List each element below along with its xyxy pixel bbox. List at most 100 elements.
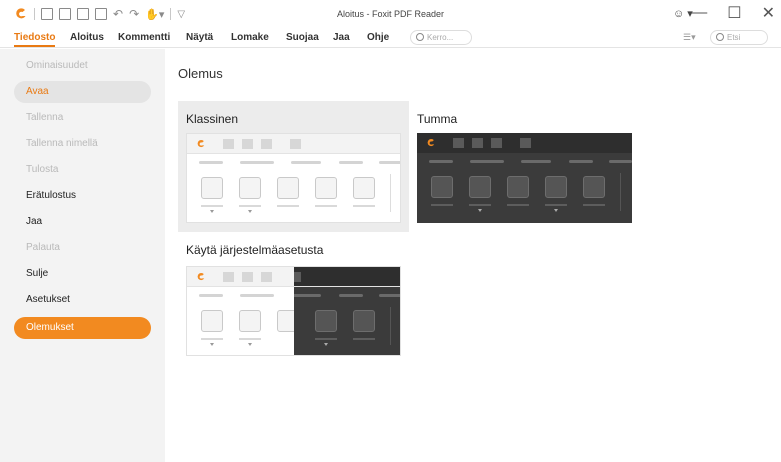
preview-line (277, 205, 299, 207)
sidebar-item-palauta[interactable]: Palauta (14, 237, 151, 259)
preview-button (431, 176, 453, 198)
preview-line (379, 294, 400, 297)
preview-line (569, 160, 593, 163)
preview-toolbar (294, 267, 400, 287)
window-title: Aloitus - Foxit PDF Reader (336, 9, 445, 19)
preview-line (353, 205, 375, 207)
close-button[interactable]: ✕ (762, 3, 775, 23)
preview-line (201, 338, 223, 340)
sidebar-item-sulje[interactable]: Sulje (14, 263, 151, 285)
preview-caret-icon (554, 209, 558, 212)
maximize-button[interactable]: ☐ (727, 3, 741, 23)
file-sidebar: Ominaisuudet Avaa Tallenna Tallenna nime… (0, 49, 165, 462)
preview-button (507, 176, 529, 198)
preview-line (315, 205, 337, 207)
preview-caret-icon (210, 343, 214, 346)
preview-button (201, 310, 223, 332)
sidebar-item-asetukset[interactable]: Asetukset (14, 289, 151, 311)
preview-caret-icon (324, 343, 328, 346)
lightbulb-icon (416, 33, 424, 41)
preview-line (239, 338, 261, 340)
preview-caret-icon (248, 210, 252, 213)
tell-me-input[interactable]: Kerro... (410, 30, 472, 45)
sidebar-item-olemukset[interactable]: Olemukset (14, 317, 151, 339)
sidebar-item-eratulostus[interactable]: Erätulostus (14, 185, 151, 207)
minimize-button[interactable]: — (691, 4, 707, 22)
preview-line (470, 160, 504, 163)
tab-lomake[interactable]: Lomake (231, 32, 269, 43)
tab-aloitus[interactable]: Aloitus (70, 32, 104, 43)
preview-line (199, 294, 223, 297)
preview-line (240, 161, 274, 164)
search-options-icon[interactable]: ☰▾ (683, 32, 696, 43)
preview-line (294, 294, 321, 297)
preview-icon (453, 138, 464, 148)
tab-nayta[interactable]: Näytä (186, 32, 213, 43)
preview-line (429, 160, 453, 163)
preview-caret-icon (248, 343, 252, 346)
sidebar-item-ominaisuudet[interactable]: Ominaisuudet (14, 55, 151, 77)
preview-icon (294, 272, 301, 282)
preview-line (469, 204, 491, 206)
tab-ohje[interactable]: Ohje (367, 32, 389, 43)
preview-line (507, 204, 529, 206)
preview-separator (390, 307, 391, 345)
preview-button (353, 310, 375, 332)
preview-separator (620, 173, 621, 211)
preview-button (239, 177, 261, 199)
preview-dark-half (294, 267, 400, 355)
preview-button (201, 177, 223, 199)
title-bar: ↶ ↷ ✋▾ ▽ Aloitus - Foxit PDF Reader ☺ ▾ … (0, 0, 781, 28)
preview-line (583, 204, 605, 206)
preview-icon (520, 138, 531, 148)
tab-tiedosto[interactable]: Tiedosto (14, 32, 56, 47)
preview-line (431, 204, 453, 206)
sidebar-item-tallenna[interactable]: Tallenna (14, 107, 151, 129)
theme-label-classic: Klassinen (186, 112, 239, 126)
theme-preview-system[interactable] (186, 266, 401, 356)
preview-line (609, 160, 632, 163)
preview-button (277, 177, 299, 199)
preview-line (240, 294, 274, 297)
preview-button (315, 310, 337, 332)
sidebar-item-tallenna-nimella[interactable]: Tallenna nimellä (14, 133, 151, 155)
sidebar-item-jaa[interactable]: Jaa (14, 211, 151, 233)
preview-line (201, 205, 223, 207)
preview-caret-icon (210, 210, 214, 213)
preview-line (199, 161, 223, 164)
preview-icon (472, 138, 483, 148)
preview-icon (223, 272, 234, 282)
preview-line (379, 161, 400, 164)
preview-button (315, 177, 337, 199)
theme-preview-dark[interactable] (417, 133, 632, 223)
search-input[interactable]: Etsi (710, 30, 768, 45)
sidebar-item-tulosta[interactable]: Tulosta (14, 159, 151, 181)
preview-icon (242, 272, 253, 282)
theme-label-dark: Tumma (417, 112, 458, 126)
preview-icon (242, 139, 253, 149)
search-icon (716, 33, 724, 41)
theme-label-system: Käytä järjestelmäasetusta (186, 243, 324, 257)
preview-line (545, 204, 567, 206)
tab-suojaa[interactable]: Suojaa (286, 32, 319, 43)
preview-icon (491, 138, 502, 148)
preview-button (545, 176, 567, 198)
theme-preview-classic[interactable] (186, 133, 401, 223)
preview-line (339, 294, 363, 297)
tab-jaa[interactable]: Jaa (333, 32, 350, 43)
user-account-icon[interactable]: ☺ ▾ (673, 7, 693, 20)
preview-button (353, 177, 375, 199)
preview-button (469, 176, 491, 198)
preview-separator (390, 174, 391, 212)
preview-caret-icon (478, 209, 482, 212)
preview-icon (223, 139, 234, 149)
foxit-logo-icon (197, 272, 205, 281)
preview-line (291, 161, 321, 164)
tab-kommentti[interactable]: Kommentti (118, 32, 170, 43)
sidebar-item-avaa[interactable]: Avaa (14, 81, 151, 103)
preview-icon (261, 139, 272, 149)
window-controls: — ☐ ✕ (691, 3, 775, 23)
ribbon-tabs: Tiedosto Aloitus Kommentti Näytä Lomake … (0, 28, 781, 48)
preview-icon (290, 139, 301, 149)
preview-line (239, 205, 261, 207)
